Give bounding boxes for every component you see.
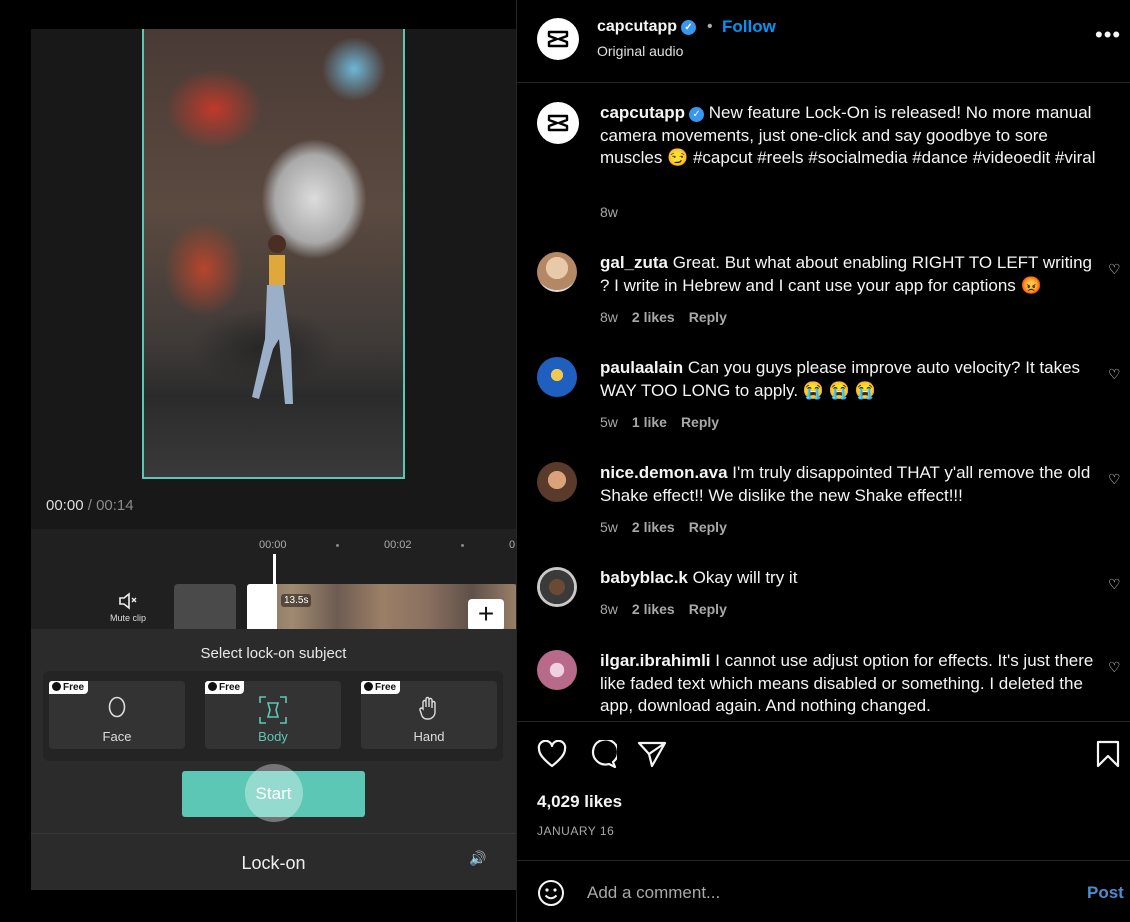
post-comment-button[interactable]: Post — [1087, 883, 1124, 903]
likes-count[interactable]: 4,029 likes — [537, 792, 622, 812]
reply-button[interactable]: Reply — [689, 601, 727, 617]
comment-meta: 5w 2 likes Reply — [600, 519, 727, 535]
avatar[interactable] — [537, 252, 577, 292]
post-header: capcutapp ✓ • Follow Original audio ••• — [517, 0, 1130, 83]
avatar[interactable] — [537, 357, 577, 397]
capcut-avatar[interactable] — [537, 18, 579, 60]
separator-dot: • — [707, 18, 713, 35]
playhead — [273, 554, 276, 634]
lock-on-sheet: Select lock-on subject Free Face Free Bo… — [31, 629, 516, 890]
post-panel: capcutapp ✓ • Follow Original audio ••• c… — [516, 0, 1130, 922]
comment-text: nice.demon.ava I'm truly disappointed TH… — [600, 463, 1091, 505]
capcut-logo-icon — [547, 30, 569, 48]
verified-badge-icon: ✓ — [681, 20, 697, 35]
current-time: 00:00 — [46, 497, 84, 514]
free-badge: Free — [49, 681, 89, 694]
playback-timecode: 00:00 / 00:14 — [46, 497, 134, 514]
comment-meta: 8w 2 likes Reply — [600, 309, 727, 325]
reply-button[interactable]: Reply — [681, 414, 719, 430]
post-actions: 4,029 likes JANUARY 16 — [517, 721, 1130, 859]
post-date: JANUARY 16 — [537, 824, 615, 838]
comment-text: babyblac.k Okay will try it — [600, 568, 798, 587]
subject-options: Free Face Free Body Free Hand — [43, 671, 503, 761]
comment-likes[interactable]: 2 likes — [632, 601, 675, 617]
comment-composer: Post — [517, 860, 1130, 922]
caption-username[interactable]: capcutapp — [600, 103, 685, 122]
volume-icon: 🔊 — [469, 850, 487, 866]
sheet-title: Select lock-on subject — [200, 645, 347, 662]
speaker-icon — [119, 592, 137, 610]
total-time: 00:14 — [96, 497, 134, 514]
free-badge: Free — [361, 681, 401, 694]
audio-link[interactable]: Original audio — [597, 43, 683, 59]
like-comment-heart-icon[interactable]: ♡ — [1108, 471, 1121, 488]
comment-text: paulaalain Can you guys please improve a… — [600, 358, 1081, 400]
comment-text: gal_zuta Great. But what about enabling … — [600, 253, 1092, 295]
comment-likes[interactable]: 2 likes — [632, 519, 675, 535]
tap-indicator — [245, 764, 303, 822]
video-preview — [142, 29, 405, 479]
avatar[interactable] — [537, 567, 577, 607]
save-bookmark-icon[interactable] — [1095, 740, 1121, 773]
add-clip-button: + — [468, 599, 504, 631]
hand-icon — [361, 695, 497, 727]
free-badge: Free — [205, 681, 245, 694]
like-comment-heart-icon[interactable]: ♡ — [1108, 366, 1121, 383]
comment-username[interactable]: paulaalain — [600, 358, 683, 377]
editing-timeline: 00:00 00:02 0 Mute clip 13.5s + — [31, 529, 516, 634]
comment-text: ilgar.ibrahimli I cannot use adjust opti… — [600, 651, 1094, 715]
comment-username[interactable]: gal_zuta — [600, 253, 668, 272]
body-frame-icon — [205, 695, 341, 731]
comment-username[interactable]: babyblac.k — [600, 568, 688, 587]
comment-username[interactable]: nice.demon.ava — [600, 463, 728, 482]
ruler-label: 00:02 — [384, 539, 412, 551]
like-comment-heart-icon[interactable]: ♡ — [1108, 261, 1121, 278]
ruler-dot — [336, 544, 339, 547]
reply-button[interactable]: Reply — [689, 519, 727, 535]
post-media: 00:00 / 00:14 00:00 00:02 0 Mute clip 13… — [0, 0, 516, 922]
mute-clip-button: Mute clip — [103, 591, 153, 623]
more-options-icon[interactable]: ••• — [1095, 22, 1121, 48]
follow-button[interactable]: Follow — [722, 17, 776, 37]
lock-on-title: Lock-on — [241, 853, 306, 873]
like-comment-heart-icon[interactable]: ♡ — [1108, 659, 1121, 676]
cover-thumbnail — [174, 584, 236, 634]
dancer-figure — [252, 235, 293, 404]
caption-age: 8w — [600, 204, 618, 220]
comment-meta: 8w 2 likes Reply — [600, 601, 727, 617]
verified-badge-icon: ✓ — [689, 107, 705, 122]
like-comment-heart-icon[interactable]: ♡ — [1108, 576, 1121, 593]
subject-body: Free Body — [205, 681, 341, 749]
caption-meta: 8w — [600, 204, 632, 220]
subject-hand: Free Hand — [361, 681, 497, 749]
author-username[interactable]: capcutapp ✓ — [597, 18, 697, 36]
emoji-smiley-icon[interactable] — [537, 879, 565, 912]
comment-input[interactable] — [587, 880, 1027, 906]
reply-button[interactable]: Reply — [689, 309, 727, 325]
clip-duration: 13.5s — [281, 594, 312, 607]
ruler-dot — [461, 544, 464, 547]
share-paper-plane-icon[interactable] — [637, 740, 667, 773]
comments-list: capcutapp ✓ New feature Lock-On is releas… — [517, 84, 1130, 720]
comment-likes[interactable]: 1 like — [632, 414, 667, 430]
like-heart-icon[interactable] — [537, 739, 567, 773]
comment-username[interactable]: ilgar.ibrahimli — [600, 651, 711, 670]
face-icon — [49, 695, 185, 725]
avatar[interactable] — [537, 462, 577, 502]
capcut-logo-icon — [547, 114, 569, 132]
subject-face: Free Face — [49, 681, 185, 749]
comment-bubble-icon[interactable] — [587, 738, 620, 773]
ruler-label: 0 — [509, 539, 516, 551]
caption-text: capcutapp ✓ New feature Lock-On is releas… — [600, 102, 1110, 170]
capcut-avatar[interactable] — [537, 102, 579, 144]
capcut-screen-recording: 00:00 / 00:14 00:00 00:02 0 Mute clip 13… — [31, 29, 516, 890]
avatar[interactable] — [537, 650, 577, 690]
sheet-footer: Lock-on 🔊 — [31, 833, 516, 890]
comment-meta: 5w 1 like Reply — [600, 414, 720, 430]
comment-likes[interactable]: 2 likes — [632, 309, 675, 325]
ruler-label: 00:00 — [259, 539, 287, 551]
